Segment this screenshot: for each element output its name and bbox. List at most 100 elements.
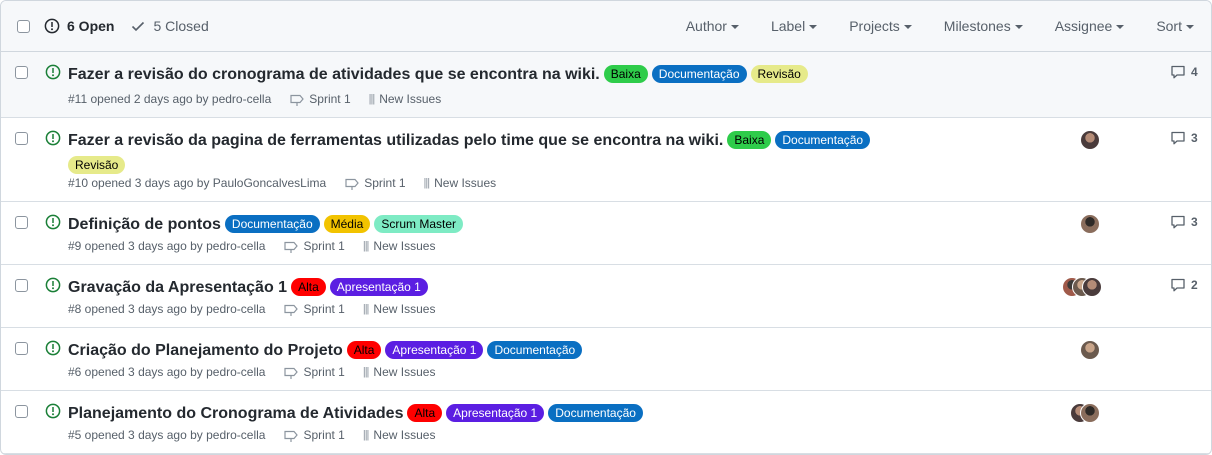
issue-title-link[interactable]: Fazer a revisão da pagina de ferramentas…: [68, 132, 723, 149]
issue-title-line: Definição de pontos Documentação Média Scru…: [68, 212, 891, 237]
avatar[interactable]: [1080, 214, 1100, 234]
issue-opened-icon: [45, 403, 61, 422]
issue-row[interactable]: Planejamento do Cronograma de Atividades…: [1, 391, 1211, 454]
issue-title-link[interactable]: Planejamento do Cronograma de Atividades: [68, 405, 403, 422]
issue-label[interactable]: Documentação: [548, 404, 643, 422]
milestone-icon: [284, 304, 299, 316]
project-link[interactable]: ||| New Issues: [363, 365, 436, 379]
project-icon: |||: [362, 303, 370, 315]
project-link[interactable]: ||| New Issues: [363, 428, 436, 442]
issue-label[interactable]: Revisão: [750, 65, 808, 83]
issue-title-link[interactable]: Criação do Planejamento do Projeto: [68, 342, 343, 359]
issue-label[interactable]: Baixa: [727, 131, 772, 149]
avatar[interactable]: [1080, 340, 1100, 360]
issue-label[interactable]: Baixa: [603, 65, 648, 83]
issue-meta: #5 opened 3 days ago by pedro-cella Sprin…: [68, 428, 435, 442]
issue-opened-info: #10 opened 3 days ago by PauloGoncalvesL…: [68, 176, 327, 190]
open-issues-tab[interactable]: 6 Open: [44, 18, 114, 34]
issue-opened-icon: [44, 18, 60, 34]
issue-row[interactable]: Criação do Planejamento do Projeto Alta Ap…: [1, 328, 1211, 391]
issue-meta: #6 opened 3 days ago by pedro-cella Sprin…: [68, 365, 435, 379]
comments-link[interactable]: 4: [1170, 64, 1198, 80]
comment-icon: [1171, 215, 1185, 229]
issue-checkbox[interactable]: [15, 66, 28, 79]
caret-down-icon: [730, 25, 739, 29]
issue-label[interactable]: Apresentação 1: [329, 278, 428, 296]
issue-title-line: Planejamento do Cronograma de Atividades…: [68, 401, 891, 426]
project-link[interactable]: ||| New Issues: [363, 302, 436, 316]
comments-link[interactable]: 2: [1170, 277, 1198, 293]
issue-label[interactable]: Scrum Master: [374, 215, 463, 233]
issue-label[interactable]: Documentação: [775, 131, 871, 149]
comments-link[interactable]: 3: [1170, 130, 1198, 146]
issue-label[interactable]: Revisão: [68, 156, 126, 174]
issue-title-line: Fazer a revisão da pagina de ferramentas…: [68, 128, 891, 177]
check-icon: [130, 18, 146, 34]
comment-icon: [1171, 131, 1185, 145]
issue-title-link[interactable]: Definição de pontos: [68, 216, 221, 233]
milestone-icon: [284, 241, 299, 253]
issue-title-link[interactable]: Gravação da Apresentação 1: [68, 279, 287, 296]
caret-down-icon: [1014, 25, 1023, 29]
milestone-icon: [290, 94, 305, 106]
issue-row[interactable]: Gravação da Apresentação 1 Alta Apresentaç…: [1, 265, 1211, 328]
issue-label[interactable]: Apresentação 1: [385, 341, 484, 359]
issue-title-line: Criação do Planejamento do Projeto Alta Ap…: [68, 338, 891, 363]
avatar[interactable]: [1080, 130, 1100, 150]
assignee-avatars: [1070, 403, 1100, 423]
issue-meta: #9 opened 3 days ago by pedro-cella Sprin…: [68, 239, 435, 253]
project-link[interactable]: ||| New Issues: [363, 239, 436, 253]
issue-label[interactable]: Apresentação 1: [446, 404, 545, 422]
milestone-link[interactable]: Sprint 1: [344, 176, 406, 190]
issue-label[interactable]: Documentação: [224, 215, 320, 233]
issue-title-line: Fazer a revisão do cronograma de ativida…: [68, 62, 891, 87]
milestone-icon: [345, 178, 359, 190]
issue-label[interactable]: Alta: [291, 278, 326, 296]
issue-label[interactable]: Média: [323, 215, 371, 233]
issue-label[interactable]: Documentação: [651, 65, 747, 83]
project-link[interactable]: ||| New Issues: [369, 92, 442, 106]
projects-filter[interactable]: Projects: [849, 18, 912, 34]
assignee-avatars: [1080, 130, 1100, 150]
assignee-filter[interactable]: Assignee: [1055, 18, 1125, 34]
author-filter[interactable]: Author: [686, 18, 739, 34]
issue-checkbox[interactable]: [15, 216, 28, 229]
project-icon: |||: [423, 177, 431, 189]
caret-down-icon: [903, 25, 912, 29]
issue-checkbox[interactable]: [15, 132, 28, 145]
issue-title-line: Gravação da Apresentação 1 Alta Apresentaç…: [68, 275, 891, 300]
avatar[interactable]: [1082, 277, 1102, 297]
issue-row[interactable]: Fazer a revisão da pagina de ferramentas…: [1, 118, 1211, 202]
issue-label[interactable]: Alta: [346, 341, 382, 359]
project-icon: |||: [362, 429, 370, 441]
milestone-link[interactable]: Sprint 1: [283, 365, 345, 379]
label-filter[interactable]: Label: [771, 18, 818, 34]
project-icon: |||: [362, 240, 370, 252]
milestone-link[interactable]: Sprint 1: [283, 239, 345, 253]
milestones-filter[interactable]: Milestones: [944, 18, 1023, 34]
project-icon: |||: [362, 366, 370, 378]
issue-checkbox[interactable]: [15, 405, 28, 418]
comments-link[interactable]: 3: [1170, 214, 1198, 230]
issue-checkbox[interactable]: [15, 342, 28, 355]
caret-down-icon: [809, 25, 818, 29]
issue-row[interactable]: Definição de pontos Documentação Média Scru…: [1, 202, 1211, 265]
issue-row[interactable]: Fazer a revisão do cronograma de ativida…: [1, 52, 1211, 118]
filter-bar: Author Label Projects Milestones Assigne…: [686, 1, 1211, 51]
issue-title-link[interactable]: Fazer a revisão do cronograma de ativida…: [68, 66, 600, 83]
milestone-link[interactable]: Sprint 1: [283, 428, 345, 442]
closed-issues-tab[interactable]: 5 Closed: [130, 18, 209, 34]
project-link[interactable]: ||| New Issues: [424, 176, 497, 190]
issue-label[interactable]: Alta: [407, 404, 443, 422]
milestone-link[interactable]: Sprint 1: [289, 92, 351, 106]
issue-checkbox[interactable]: [15, 279, 28, 292]
issue-opened-info: #8 opened 3 days ago by pedro-cella: [68, 302, 266, 316]
issue-opened-info: #6 opened 3 days ago by pedro-cella: [68, 365, 266, 379]
select-all-checkbox[interactable]: [17, 19, 30, 33]
assignee-avatars: [1062, 277, 1102, 297]
issue-opened-info: #9 opened 3 days ago by pedro-cella: [68, 239, 266, 253]
sort-filter[interactable]: Sort: [1156, 18, 1194, 34]
issue-label[interactable]: Documentação: [487, 341, 583, 359]
milestone-link[interactable]: Sprint 1: [283, 302, 345, 316]
avatar[interactable]: [1080, 403, 1100, 423]
